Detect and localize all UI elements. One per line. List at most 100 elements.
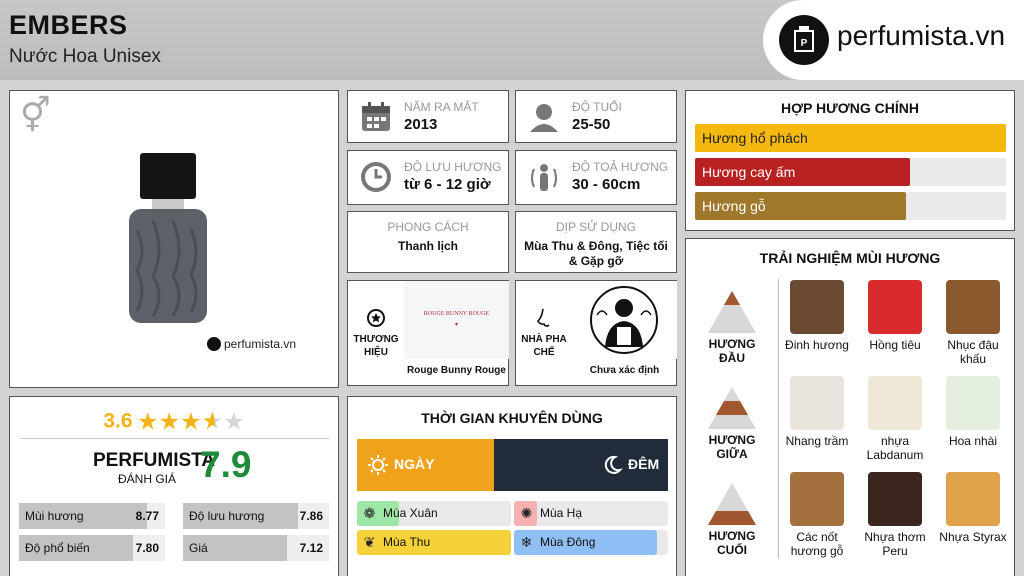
note-item: Các nốt hương gỗ [780,472,854,558]
longevity-label: ĐỘ LƯU HƯƠNG [404,160,502,174]
metric-bar: Mùi hương 8.77 [19,503,165,529]
season-bar: ❄ Mùa Đông [514,530,668,555]
metric-value: 7.12 [299,541,323,555]
note-label: Nhựa thơm Peru [864,530,926,558]
sun-icon [368,455,388,475]
page-subtitle: Nước Hoa Unisex [9,46,161,67]
note-item: Nhang trầm [780,376,854,448]
brand-label: THƯƠNG HIỆU [353,334,399,358]
release-year-label: NĂM RA MẮT [404,100,479,114]
note-label: Nhang trầm [785,434,849,448]
accords-title: HỢP HƯƠNG CHÍNH [781,100,919,116]
season-label: Mùa Hạ [540,506,583,520]
perfumer-label: NHÀ PHA CHẾ [521,334,567,358]
brand-label-area: THƯƠNG HIỆU [348,281,404,385]
stars: ★★★★★ [137,408,245,435]
site-logo[interactable]: P perfumista.vn [763,0,1024,80]
note-image [868,280,922,334]
sillage-value: 30 - 60cm [572,176,641,193]
watermark: perfumista.vn [207,337,296,351]
note-item: nhựa Labdanum [858,376,932,462]
person-icon [528,101,560,133]
pyramid-tier: HƯƠNG CUỐI [696,483,768,557]
note-image [790,280,844,334]
perfumer-name: Chưa xác định [589,365,660,376]
metric-label: Mùi hương [25,509,84,523]
sillage-box: ĐỘ TOẢ HƯƠNG 30 - 60cm [515,150,677,205]
note-label: Các nốt hương gỗ [790,530,844,558]
night-label: ĐÊM [628,456,660,472]
perfumista-score: 7.9 [200,444,252,485]
metric-label: Độ phổ biến [25,541,90,555]
star-icon: ★ [201,408,224,435]
season-bar: ❦ Mùa Thu [357,530,511,555]
radiate-icon [528,161,560,193]
style-box: PHONG CÁCH Thanh lịch [347,211,509,273]
rating-score: 3.6 [103,409,133,433]
star-icon: ★ [223,408,245,435]
style-label: PHONG CÁCH [387,220,469,234]
brand-box[interactable]: THƯƠNG HIỆU ROUGE BUNNY ROUGE ▾ Rouge Bu… [347,280,509,386]
pyramid-label: HƯƠNG CUỐI [708,529,756,557]
age-value: 25-50 [572,116,611,133]
logo-icon: P [779,15,829,65]
calendar-icon [360,101,392,133]
metric-value: 7.86 [299,509,323,523]
accords-panel: HỢP HƯƠNG CHÍNH Hương hổ phách Hương cay … [685,90,1015,231]
notes-panel: TRẢI NGHIỆM MÙI HƯƠNG HƯƠNG ĐẦU Đinh hươn… [685,238,1015,576]
snowflake-icon: ❄ [520,534,533,550]
accord-label: Hương hổ phách [702,130,808,146]
time-panel: THỜI GIAN KHUYÊN DÙNG NGÀY ĐÊM ❁ Mùa Xuân… [347,396,677,576]
pyramid-tier: HƯƠNG GIỮA [696,387,768,461]
sun-icon: ✺ [520,505,533,521]
season-label: Mùa Xuân [383,506,438,520]
perfumer-label-area: NHÀ PHA CHẾ [516,281,572,385]
occasion-box: DỊP SỬ DỤNG Mùa Thu & Đông, Tiệc tối & G… [515,211,677,273]
perfumer-box[interactable]: NHÀ PHA CHẾ Chưa xác định [515,280,677,386]
note-image [868,472,922,526]
note-image [946,280,1000,334]
flower-icon: ❁ [363,505,376,521]
accord-bar: Hương gỗ [695,192,1006,220]
time-title: THỜI GIAN KHUYÊN DÙNG [421,410,603,426]
season-label: Mùa Thu [383,535,431,549]
season-bar: ❁ Mùa Xuân [357,501,511,526]
leaf-icon: ❦ [363,534,376,550]
note-image [790,472,844,526]
metric-label: Giá [189,541,208,555]
notes-divider [778,279,779,559]
note-image [790,376,844,430]
page-title: EMBERS [9,10,128,40]
accord-label: Hương gỗ [702,198,766,214]
metric-bar: Độ phổ biến 7.80 [19,535,165,561]
note-item: Nhục đậu khấu [936,280,1010,366]
occasion-value: Mùa Thu & Đông, Tiệc tối & Gặp gỡ [524,239,668,268]
star-icon: ★ [137,408,159,435]
season-fill [357,530,511,555]
note-label: Nhựa Styrax [939,530,1007,544]
note-label: nhựa Labdanum [866,434,924,462]
accord-bar: Hương cay ấm [695,158,1006,186]
note-image [946,376,1000,430]
age-box: ĐỘ TUỔI 25-50 [515,90,677,143]
pyramid-icon [708,291,756,333]
metric-value: 8.77 [135,509,159,523]
style-value: Thanh lịch [398,239,458,253]
day-segment: NGÀY [357,439,494,491]
note-item: Nhựa thơm Peru [858,472,932,558]
note-item: Hoa nhài [936,376,1010,448]
age-label: ĐỘ TUỔI [572,100,622,114]
perfumer-image [572,281,677,359]
day-night-bar: NGÀY ĐÊM [357,439,668,491]
season-bar: ✺ Mùa Hạ [514,501,668,526]
pyramid-label: HƯƠNG ĐẦU [708,337,756,365]
nose-icon [537,308,550,327]
moon-icon [604,455,623,474]
accord-bar: Hương hổ phách [695,124,1006,152]
day-label: NGÀY [394,456,435,472]
star-rating: 3.6 ★★★★★ [10,407,338,436]
note-label: Hoa nhài [948,434,998,448]
star-icon: ★ [158,408,181,435]
note-label: Đinh hương [785,338,849,352]
perfume-bottle-image [123,151,213,326]
